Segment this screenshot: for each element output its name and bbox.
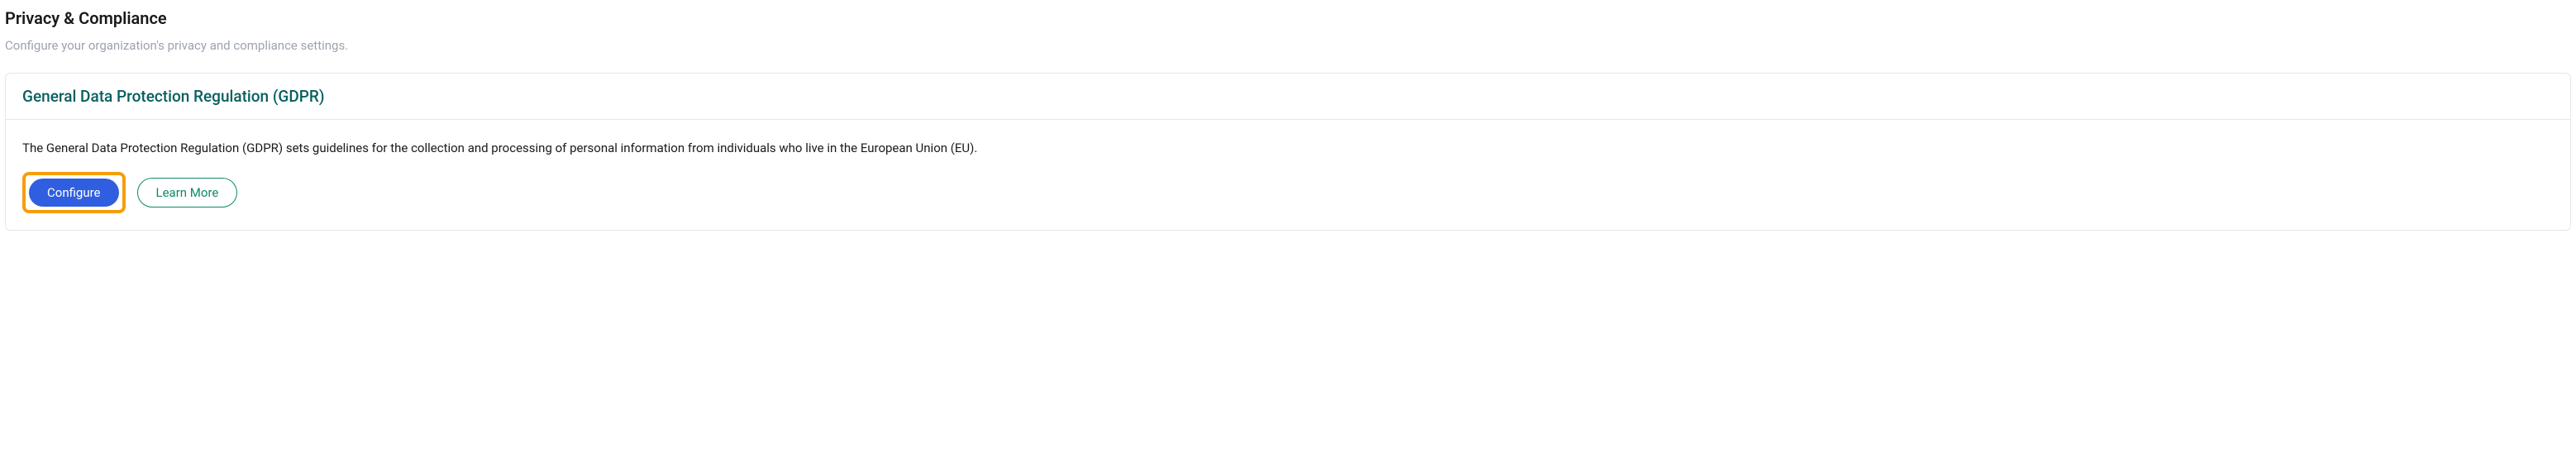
gdpr-card-header: General Data Protection Regulation (GDPR… <box>6 74 2570 120</box>
gdpr-description: The General Data Protection Regulation (… <box>22 140 2554 157</box>
gdpr-card-title: General Data Protection Regulation (GDPR… <box>22 87 2554 106</box>
gdpr-card: General Data Protection Regulation (GDPR… <box>5 73 2571 231</box>
page-subtitle: Configure your organization's privacy an… <box>5 38 2571 53</box>
gdpr-card-body: The General Data Protection Regulation (… <box>6 120 2570 230</box>
learn-more-button[interactable]: Learn More <box>137 178 238 207</box>
page-title: Privacy & Compliance <box>5 8 2571 28</box>
configure-highlight: Configure <box>22 172 126 213</box>
configure-button[interactable]: Configure <box>29 179 119 207</box>
gdpr-button-row: Configure Learn More <box>22 172 2554 213</box>
